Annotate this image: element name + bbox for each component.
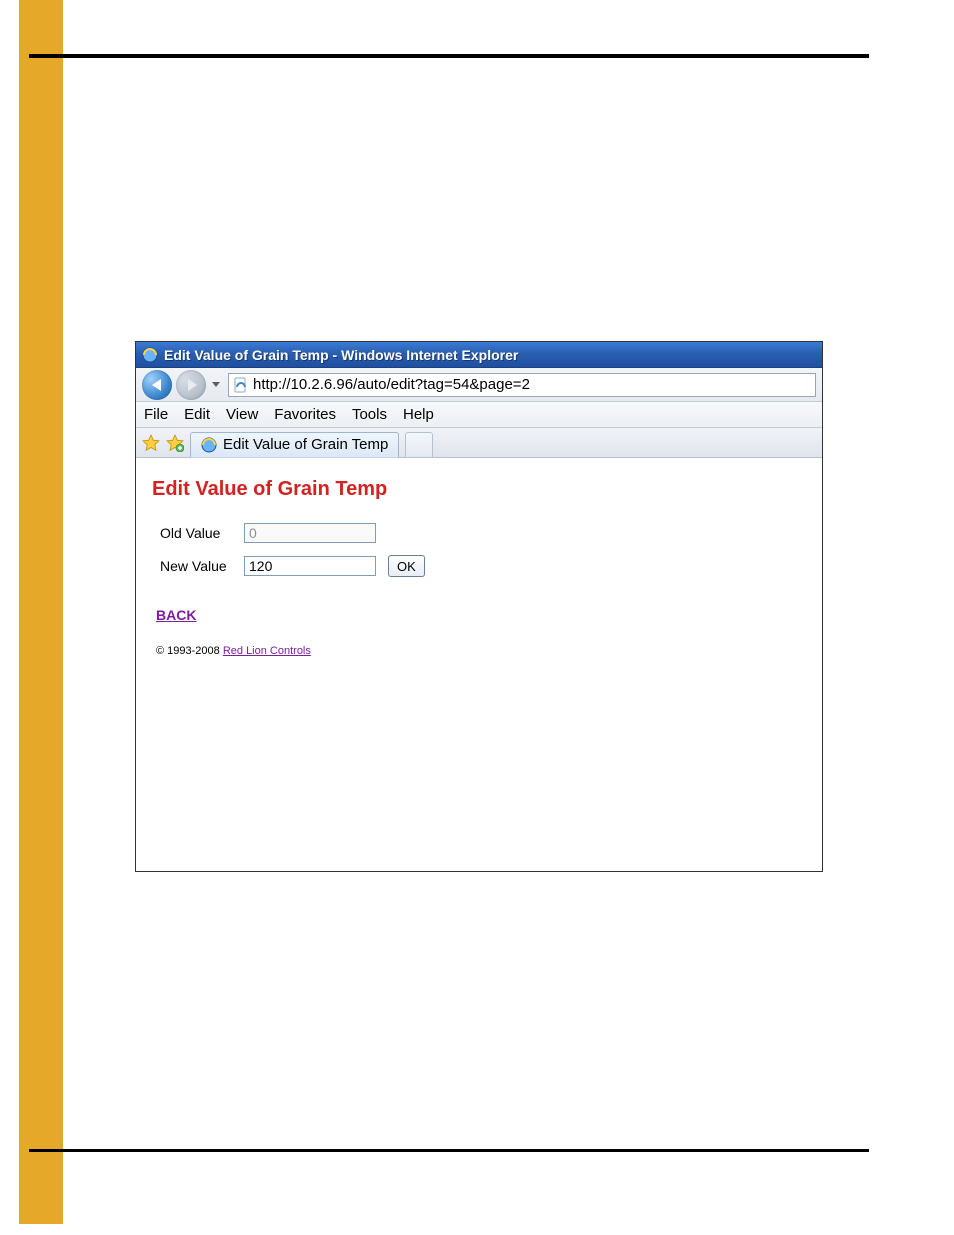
- ok-button[interactable]: OK: [388, 555, 425, 577]
- forward-button[interactable]: [176, 370, 206, 400]
- old-value-label: Old Value: [160, 525, 244, 541]
- new-value-row: New Value OK: [160, 555, 806, 577]
- menu-tools[interactable]: Tools: [352, 406, 387, 423]
- menu-bar: File Edit View Favorites Tools Help: [136, 402, 822, 428]
- menu-view[interactable]: View: [226, 406, 258, 423]
- old-value-row: Old Value: [160, 523, 806, 543]
- new-value-input[interactable]: [244, 556, 376, 576]
- tab-ie-icon: [201, 437, 217, 453]
- menu-help[interactable]: Help: [403, 406, 434, 423]
- back-arrow-icon: [152, 379, 161, 391]
- browser-window: Edit Value of Grain Temp - Windows Inter…: [135, 341, 823, 872]
- forward-arrow-icon: [188, 379, 197, 391]
- menu-file[interactable]: File: [144, 406, 168, 423]
- red-lion-link[interactable]: Red Lion Controls: [223, 645, 311, 657]
- back-button[interactable]: [142, 370, 172, 400]
- menu-edit[interactable]: Edit: [184, 406, 210, 423]
- new-tab-button[interactable]: [405, 432, 433, 458]
- page-content: Edit Value of Grain Temp Old Value New V…: [136, 458, 822, 671]
- sidebar-gold-bar: [19, 0, 63, 1224]
- nav-toolbar: http://10.2.6.96/auto/edit?tag=54&page=2: [136, 368, 822, 402]
- menu-favorites[interactable]: Favorites: [274, 406, 336, 423]
- top-horizontal-rule: [29, 54, 869, 58]
- copyright-footer: © 1993-2008 Red Lion Controls: [156, 645, 806, 657]
- ie-logo-icon: [142, 347, 158, 363]
- window-titlebar: Edit Value of Grain Temp - Windows Inter…: [136, 342, 822, 368]
- new-value-label: New Value: [160, 558, 244, 574]
- old-value-input: [244, 523, 376, 543]
- copyright-text: © 1993-2008: [156, 645, 223, 657]
- page-heading: Edit Value of Grain Temp: [152, 478, 806, 501]
- address-bar[interactable]: http://10.2.6.96/auto/edit?tag=54&page=2: [228, 373, 816, 397]
- browser-tab[interactable]: Edit Value of Grain Temp: [190, 432, 399, 458]
- window-title: Edit Value of Grain Temp - Windows Inter…: [164, 347, 518, 363]
- favorites-icon[interactable]: [142, 434, 160, 452]
- favorites-bar: Edit Value of Grain Temp: [136, 428, 822, 458]
- back-link[interactable]: BACK: [156, 607, 196, 623]
- bottom-horizontal-rule: [29, 1149, 869, 1152]
- recent-pages-dropdown[interactable]: [212, 382, 220, 387]
- tab-label: Edit Value of Grain Temp: [223, 436, 388, 453]
- address-text: http://10.2.6.96/auto/edit?tag=54&page=2: [253, 376, 530, 393]
- page-icon: [233, 377, 249, 393]
- add-favorite-icon[interactable]: [166, 434, 184, 452]
